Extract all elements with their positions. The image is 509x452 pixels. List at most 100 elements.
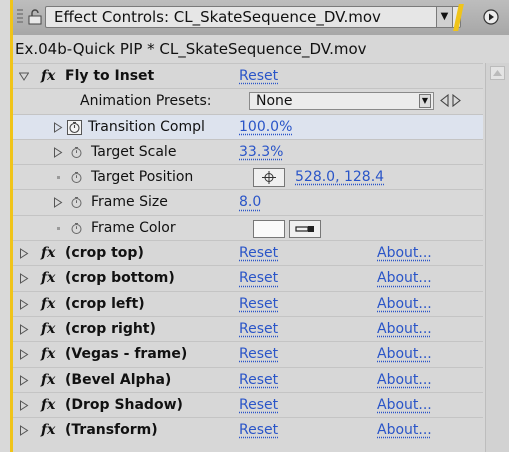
twirl-right-icon[interactable] <box>19 273 29 285</box>
point-picker-button[interactable] <box>253 168 285 188</box>
twirl-right-icon[interactable] <box>19 324 29 335</box>
property-label: Frame Color <box>91 219 176 236</box>
tab-dropdown-button[interactable]: ▼ <box>436 6 453 28</box>
stopwatch-icon[interactable] <box>70 222 83 235</box>
twirl-down-icon[interactable] <box>19 71 29 82</box>
property-value[interactable]: 33.3% <box>239 140 283 165</box>
animation-presets-label: Animation Presets: <box>80 93 212 110</box>
panel-tab-bar: Effect Controls: CL_SkateSequence_DV.mov… <box>13 0 509 35</box>
effect-name: (crop right) <box>65 320 156 337</box>
effect-row-transform: fx (Transform) Reset About... <box>13 417 483 442</box>
fx-icon[interactable]: fx <box>41 342 55 367</box>
effect-name: (crop top) <box>65 245 144 262</box>
reset-link[interactable]: Reset <box>239 266 278 291</box>
fx-icon[interactable]: fx <box>41 241 55 266</box>
effects-list: fx Fly to Inset Reset Animation Presets:… <box>13 63 483 442</box>
reset-link[interactable]: Reset <box>239 241 278 266</box>
about-link[interactable]: About... <box>377 266 432 291</box>
fx-icon[interactable]: fx <box>41 64 55 89</box>
eyedropper-button[interactable] <box>289 219 321 238</box>
effect-row-drop-shadow: fx (Drop Shadow) Reset About... <box>13 391 483 418</box>
about-link[interactable]: About... <box>377 418 432 443</box>
no-twirl-dot <box>57 176 60 180</box>
property-label: Target Position <box>91 169 194 186</box>
stopwatch-icon[interactable] <box>70 171 83 184</box>
effect-name: (Drop Shadow) <box>65 396 183 413</box>
tab-effect-controls[interactable]: Effect Controls: CL_SkateSequence_DV.mov <box>45 6 461 28</box>
property-value[interactable]: 100.0% <box>239 115 292 140</box>
effect-row-bevel-alpha: fx (Bevel Alpha) Reset About... <box>13 366 483 393</box>
effect-row-crop-left: fx (crop left) Reset About... <box>13 290 483 317</box>
property-row-target-scale: Target Scale 33.3% <box>13 138 483 165</box>
reset-link[interactable]: Reset <box>239 317 278 342</box>
fx-icon[interactable]: fx <box>41 292 55 317</box>
about-link[interactable]: About... <box>377 241 432 266</box>
effect-row-fly-to-inset: fx Fly to Inset Reset <box>13 63 483 88</box>
property-row-frame-color: Frame Color <box>13 214 483 241</box>
fx-icon[interactable]: fx <box>41 368 55 393</box>
crosshair-icon <box>262 171 276 185</box>
property-row-transition-completion: Transition Compl 100.0% <box>13 113 483 140</box>
fx-icon[interactable]: fx <box>41 317 55 342</box>
property-label: Frame Size <box>91 194 168 211</box>
eyedropper-icon <box>295 225 314 232</box>
chevron-down-icon: ▼ <box>419 94 431 109</box>
property-row-target-position: Target Position 528.0, 128.4 <box>13 164 483 190</box>
twirl-right-icon[interactable] <box>53 146 63 158</box>
twirl-right-icon[interactable] <box>19 399 29 411</box>
about-link[interactable]: About... <box>377 342 432 367</box>
stopwatch-icon[interactable] <box>70 146 83 159</box>
vertical-scrollbar[interactable] <box>485 63 509 452</box>
about-link[interactable]: About... <box>377 368 432 393</box>
reset-link[interactable]: Reset <box>239 64 278 89</box>
about-link[interactable]: About... <box>377 292 432 317</box>
frame-color-swatch[interactable] <box>253 219 285 238</box>
next-preset-icon[interactable] <box>452 94 461 108</box>
effect-row-vegas-frame: fx (Vegas - frame) Reset About... <box>13 341 483 366</box>
fx-icon[interactable]: fx <box>41 418 55 443</box>
property-label: Transition Compl <box>88 118 205 135</box>
stopwatch-icon[interactable] <box>70 196 83 209</box>
reset-link[interactable]: Reset <box>239 393 278 418</box>
effect-name: (Vegas - frame) <box>65 346 188 363</box>
fx-icon[interactable]: fx <box>41 266 55 291</box>
effect-name: (Bevel Alpha) <box>65 371 172 388</box>
twirl-right-icon[interactable] <box>53 197 63 209</box>
fx-icon[interactable]: fx <box>41 393 55 418</box>
effect-name: (crop bottom) <box>65 270 175 287</box>
reset-link[interactable]: Reset <box>239 418 278 443</box>
effect-row-crop-top: fx (crop top) Reset About... <box>13 240 483 265</box>
lock-icon[interactable] <box>28 9 42 25</box>
property-value[interactable]: 528.0, 128.4 <box>295 165 384 190</box>
animation-presets-row: Animation Presets: None ▼ <box>13 88 483 114</box>
property-label: Target Scale <box>91 143 177 160</box>
twirl-right-icon[interactable] <box>53 121 63 133</box>
effect-name: (Transform) <box>65 422 158 439</box>
property-value[interactable]: 8.0 <box>239 190 261 215</box>
effect-name: (crop left) <box>65 295 145 312</box>
no-twirl-dot <box>57 226 60 230</box>
property-row-frame-size: Frame Size 8.0 <box>13 189 483 215</box>
reset-link[interactable]: Reset <box>239 292 278 317</box>
chevron-up-icon <box>493 70 502 76</box>
effect-row-crop-bottom: fx (crop bottom) Reset About... <box>13 265 483 290</box>
twirl-right-icon[interactable] <box>19 248 29 259</box>
twirl-right-icon[interactable] <box>19 374 29 386</box>
stopwatch-active-icon[interactable] <box>67 119 82 135</box>
effect-controls-panel: Effect Controls: CL_SkateSequence_DV.mov… <box>10 0 509 452</box>
scroll-up-button[interactable] <box>490 66 505 80</box>
twirl-right-icon[interactable] <box>19 349 29 361</box>
about-link[interactable]: About... <box>377 317 432 342</box>
twirl-right-icon[interactable] <box>19 425 29 437</box>
reset-link[interactable]: Reset <box>239 342 278 367</box>
preset-value: None <box>256 93 293 110</box>
panel-menu-icon[interactable] <box>483 9 499 25</box>
chevron-down-icon: ▼ <box>440 11 449 22</box>
about-link[interactable]: About... <box>377 393 432 418</box>
panel-grip-handle[interactable] <box>17 9 23 25</box>
reset-link[interactable]: Reset <box>239 368 278 393</box>
animation-presets-select[interactable]: None ▼ <box>249 92 434 111</box>
layer-breadcrumb: Ex.04b-Quick PIP * CL_SkateSequence_DV.m… <box>15 40 367 58</box>
twirl-right-icon[interactable] <box>19 298 29 310</box>
previous-preset-icon[interactable] <box>440 94 449 108</box>
